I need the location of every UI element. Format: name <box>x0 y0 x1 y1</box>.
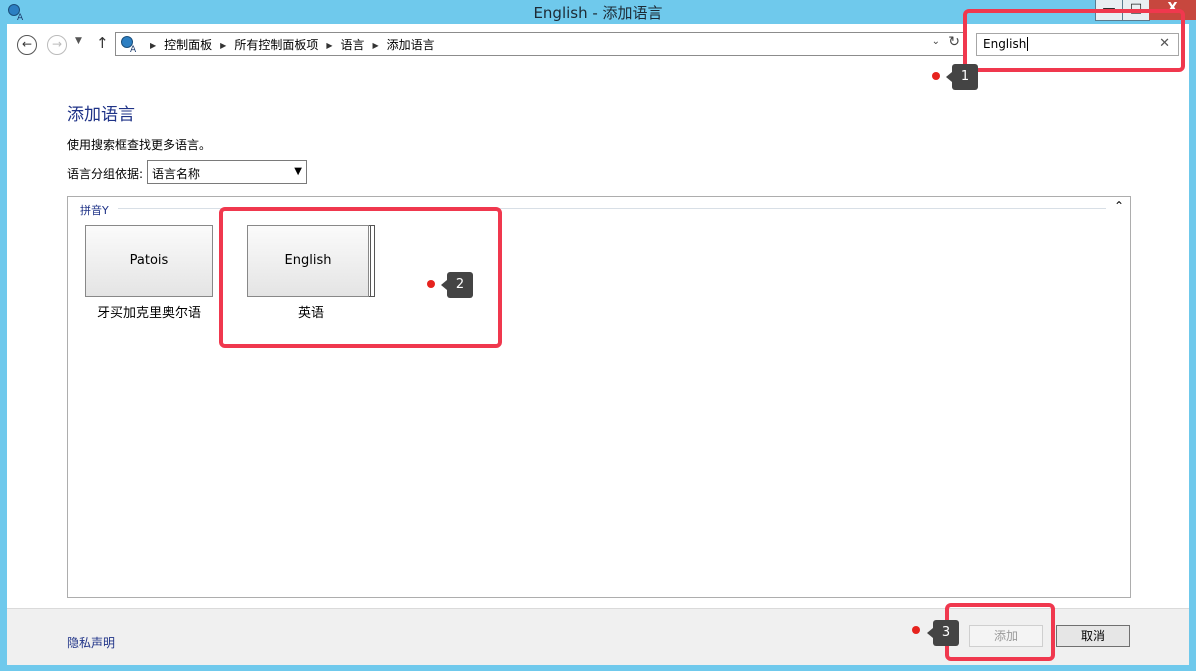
annotation-dot-3 <box>912 626 920 634</box>
collapse-chevron-up-icon[interactable]: ⌃ <box>1114 199 1124 213</box>
breadcrumb-separator-icon[interactable]: ▶ <box>150 41 156 50</box>
address-history-chevron-down-icon[interactable]: ⌄ <box>932 36 940 47</box>
annotation-badge-2: 2 <box>441 272 473 298</box>
annotation-box-3 <box>945 603 1055 661</box>
breadcrumb-separator-icon[interactable]: ▶ <box>373 41 379 50</box>
breadcrumb-add-language[interactable]: 添加语言 <box>387 38 435 52</box>
back-button[interactable]: ← <box>17 35 37 55</box>
breadcrumb-separator-icon[interactable]: ▶ <box>220 41 226 50</box>
control-panel-icon: A <box>121 36 137 53</box>
annotation-badge-3: 3 <box>927 620 959 646</box>
breadcrumb-control-panel[interactable]: 控制面板 <box>164 38 212 52</box>
annotation-dot-1 <box>932 72 940 80</box>
breadcrumb-separator-icon[interactable]: ▶ <box>326 41 332 50</box>
annotation-box-1 <box>963 9 1185 72</box>
breadcrumb-language[interactable]: 语言 <box>341 38 365 52</box>
address-bar[interactable]: A ▶ 控制面板 ▶ 所有控制面板项 ▶ 语言 ▶ 添加语言 ⌄ ↻ <box>115 32 965 56</box>
annotation-badge-1: 1 <box>946 64 978 90</box>
page-title: 添加语言 <box>67 105 135 125</box>
annotation-dot-2 <box>427 280 435 288</box>
language-caption-patois: 牙买加克里奥尔语 <box>96 306 201 321</box>
breadcrumb: ▶ 控制面板 ▶ 所有控制面板项 ▶ 语言 ▶ 添加语言 <box>142 36 435 53</box>
group-by-select[interactable]: 语言名称 ▼ <box>147 160 307 184</box>
recent-locations-chevron-down-icon[interactable]: ▼ <box>75 36 82 46</box>
forward-button[interactable]: → <box>47 35 67 55</box>
cancel-button[interactable]: 取消 <box>1056 625 1130 647</box>
svg-text:A: A <box>130 45 137 53</box>
breadcrumb-all-items[interactable]: 所有控制面板项 <box>234 38 318 52</box>
group-by-value[interactable]: 语言名称 <box>152 165 200 182</box>
refresh-icon[interactable]: ↻ <box>948 34 960 50</box>
privacy-link[interactable]: 隐私声明 <box>67 634 115 651</box>
section-header[interactable]: 拼音Y <box>80 202 109 218</box>
language-tile-patois[interactable]: Patois <box>85 225 213 297</box>
window-client-area: ← → ▼ ↑ A ▶ 控制面板 ▶ 所有控制面板项 ▶ 语言 ▶ 添加语言 ⌄ ↻ Engl… <box>7 24 1189 665</box>
hint-text: 使用搜索框查找更多语言。 <box>67 138 212 152</box>
group-by-label: 语言分组依据: <box>67 167 144 181</box>
up-arrow-icon[interactable]: ↑ <box>96 34 109 52</box>
chevron-down-icon[interactable]: ▼ <box>294 166 302 177</box>
